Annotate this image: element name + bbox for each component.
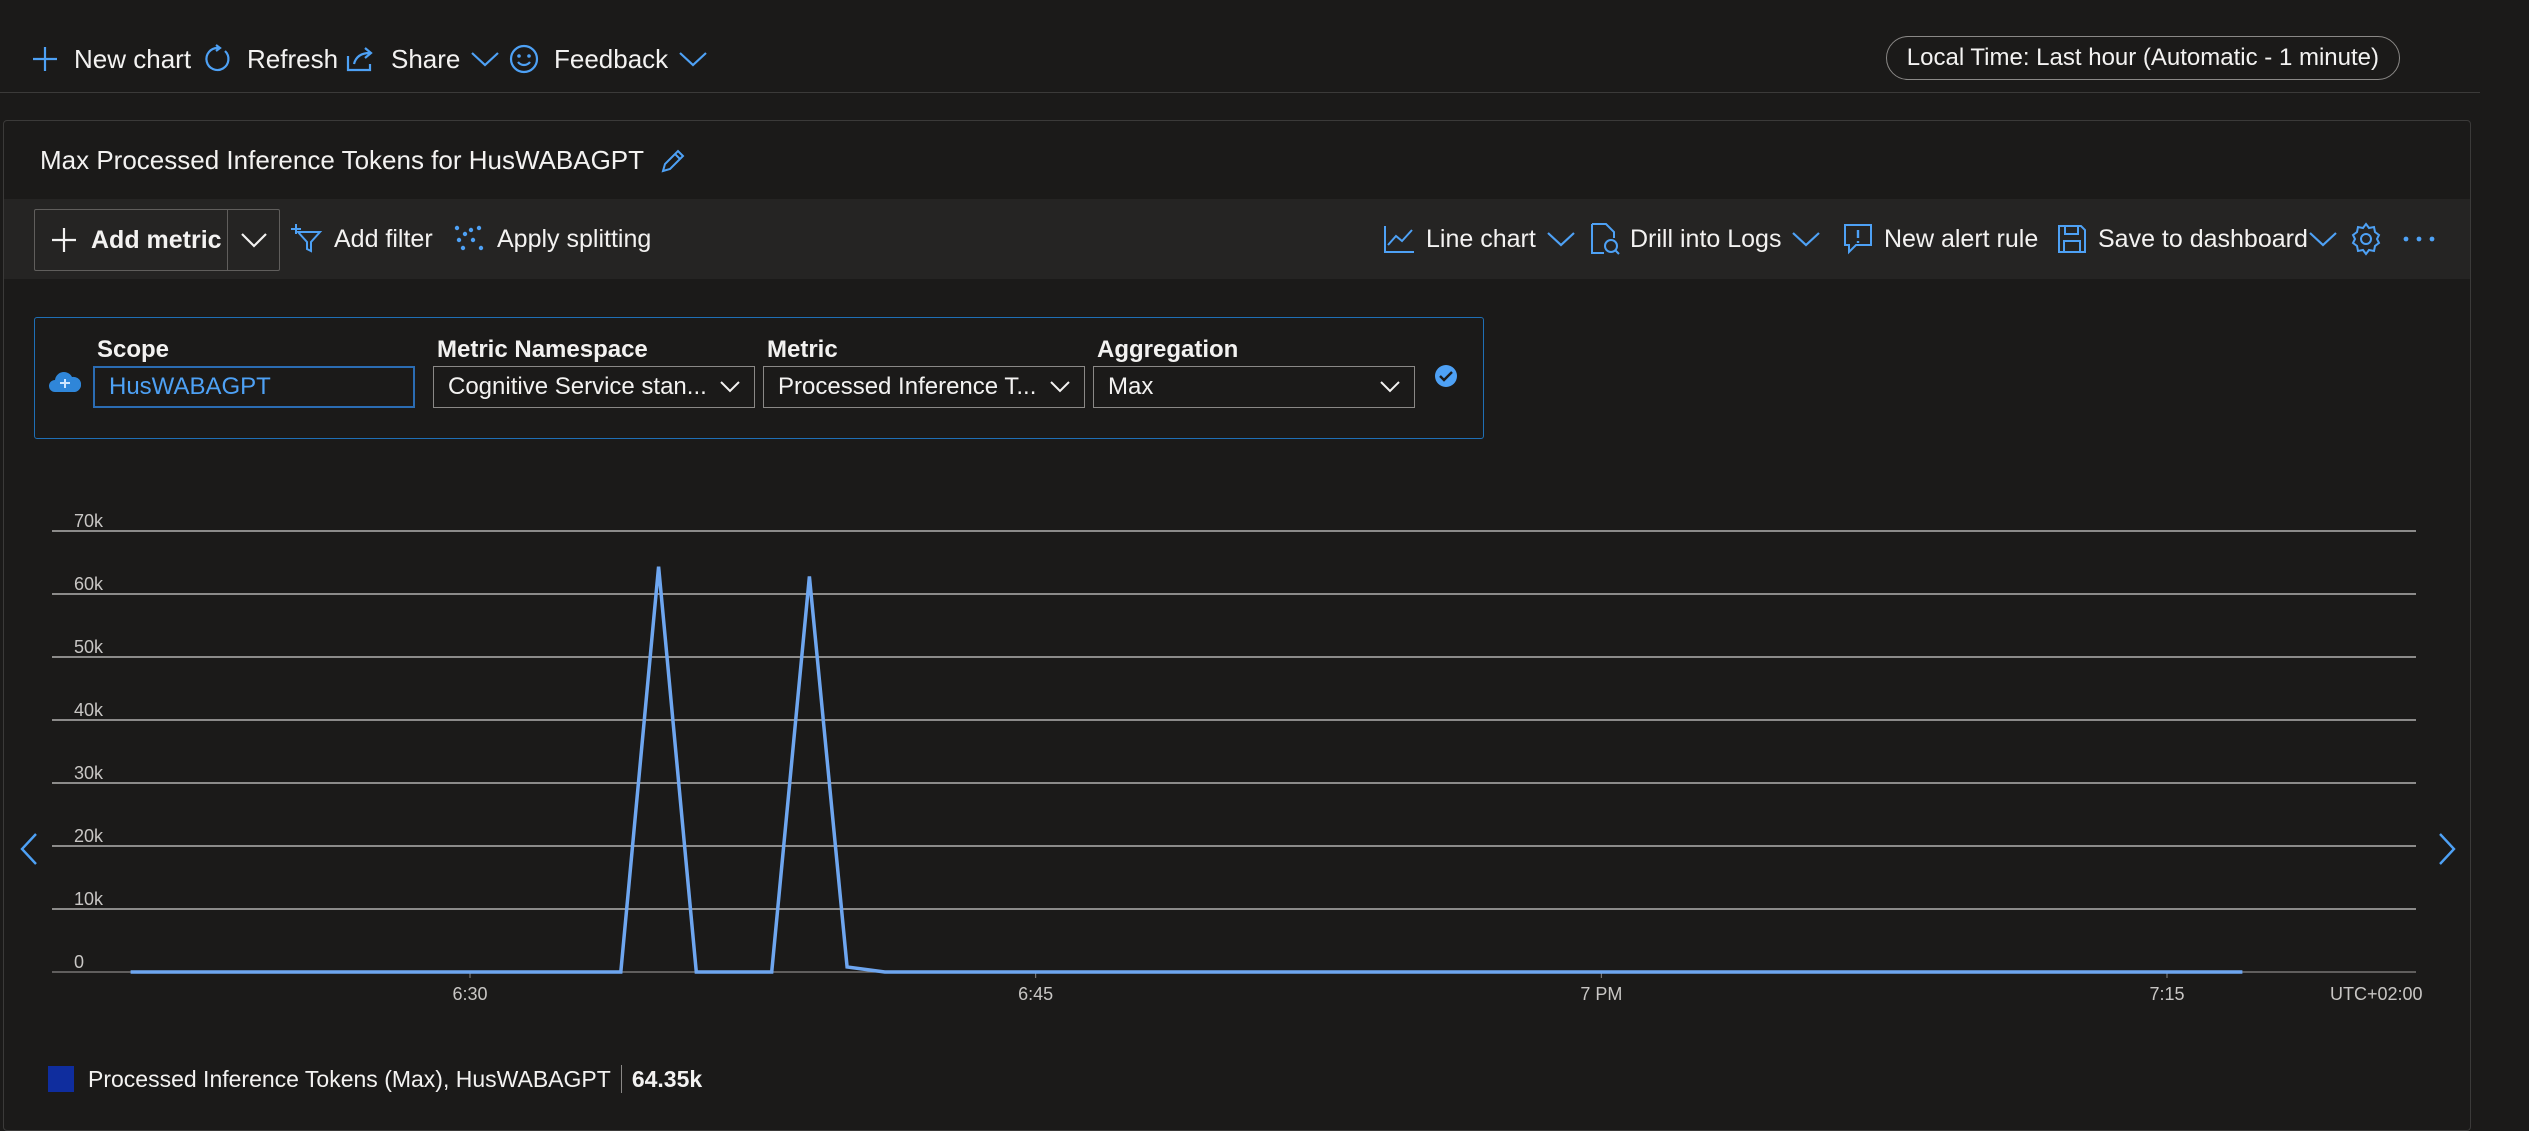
x-tick-label: 7:15 bbox=[2149, 984, 2184, 1004]
feedback-label: Feedback bbox=[554, 43, 669, 74]
smiley-icon bbox=[509, 44, 539, 74]
feedback-button[interactable]: Feedback bbox=[508, 34, 722, 84]
y-tick-label: 0 bbox=[74, 952, 84, 972]
new-chart-label: New chart bbox=[74, 43, 192, 74]
y-tick-label: 30k bbox=[74, 763, 104, 783]
timezone-label: UTC+02:00 bbox=[2330, 984, 2423, 1004]
new-chart-button[interactable]: New chart bbox=[30, 34, 191, 84]
refresh-label: Refresh bbox=[247, 43, 339, 74]
share-label: Share bbox=[391, 43, 461, 74]
x-tick-label: 6:45 bbox=[1018, 984, 1053, 1004]
y-tick-label: 60k bbox=[74, 574, 104, 594]
time-range-picker[interactable]: Local Time: Last hour (Automatic - 1 min… bbox=[1885, 36, 2400, 80]
legend-value: 64.35k bbox=[631, 1065, 703, 1092]
share-icon bbox=[346, 47, 373, 72]
time-range-label: Local Time: Last hour (Automatic - 1 min… bbox=[1906, 44, 2379, 71]
y-tick-label: 20k bbox=[74, 826, 104, 846]
legend-label: Processed Inference Tokens (Max), HusWAB… bbox=[88, 1065, 611, 1092]
legend-swatch bbox=[48, 1066, 74, 1092]
y-tick-label: 10k bbox=[74, 889, 104, 909]
chevron-down-icon bbox=[471, 52, 500, 67]
legend-separator bbox=[620, 1065, 622, 1093]
chevron-down-icon bbox=[679, 52, 707, 67]
plus-icon bbox=[33, 47, 57, 71]
line-chart: 010k20k30k40k50k60k70k 6:30 6:45 7 PM 7:15 … bbox=[52, 511, 2423, 1004]
x-tick-label: 6:30 bbox=[452, 984, 487, 1004]
y-tick-label: 70k bbox=[74, 511, 104, 531]
share-button[interactable]: Share bbox=[345, 34, 514, 84]
series-line bbox=[130, 566, 2243, 974]
chart-panel: Max Processed Inference Tokens for HusWA… bbox=[3, 120, 2471, 1131]
refresh-icon bbox=[205, 44, 230, 72]
y-tick-label: 50k bbox=[74, 637, 104, 657]
command-bar: New chart Refresh Share Feedback Local T… bbox=[0, 0, 2480, 93]
chart-legend[interactable]: Processed Inference Tokens (Max), HusWAB… bbox=[48, 1065, 702, 1093]
x-tick-label: 7 PM bbox=[1580, 984, 1622, 1004]
y-tick-label: 40k bbox=[74, 700, 104, 720]
refresh-button[interactable]: Refresh bbox=[203, 34, 338, 84]
